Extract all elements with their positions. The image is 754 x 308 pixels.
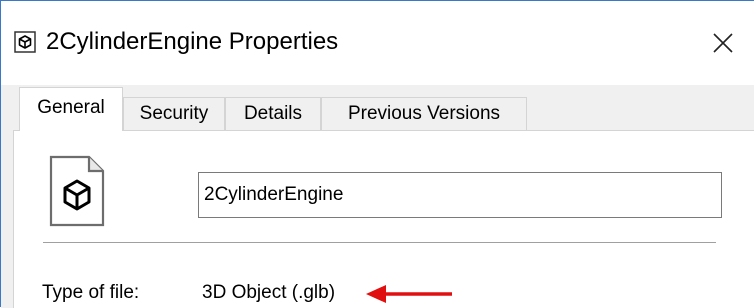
type-of-file-label: Type of file: xyxy=(42,282,140,303)
tab-previous-versions[interactable]: Previous Versions xyxy=(321,97,527,130)
tab-general[interactable]: General xyxy=(19,87,123,131)
tab-security[interactable]: Security xyxy=(123,97,225,130)
close-icon xyxy=(713,33,733,53)
divider xyxy=(43,242,716,243)
annotation-arrow xyxy=(366,285,452,303)
tab-details[interactable]: Details xyxy=(225,97,321,130)
3d-object-file-icon xyxy=(49,155,105,227)
3d-object-cube-icon xyxy=(14,31,36,53)
file-name-input[interactable] xyxy=(198,172,722,218)
type-of-file-value: 3D Object (.glb) xyxy=(202,282,336,303)
tab-strip: General Security Details Previous Versio… xyxy=(13,85,753,131)
dialog-content: General Security Details Previous Versio… xyxy=(1,85,754,308)
title-bar[interactable]: 2CylinderEngine Properties xyxy=(1,1,754,85)
window-title: 2CylinderEngine Properties xyxy=(46,28,339,55)
properties-dialog: 2CylinderEngine Properties General Secur… xyxy=(0,0,754,308)
close-button[interactable] xyxy=(701,21,745,65)
general-tab-panel: Type of file: 3D Object (.glb) xyxy=(13,130,754,308)
